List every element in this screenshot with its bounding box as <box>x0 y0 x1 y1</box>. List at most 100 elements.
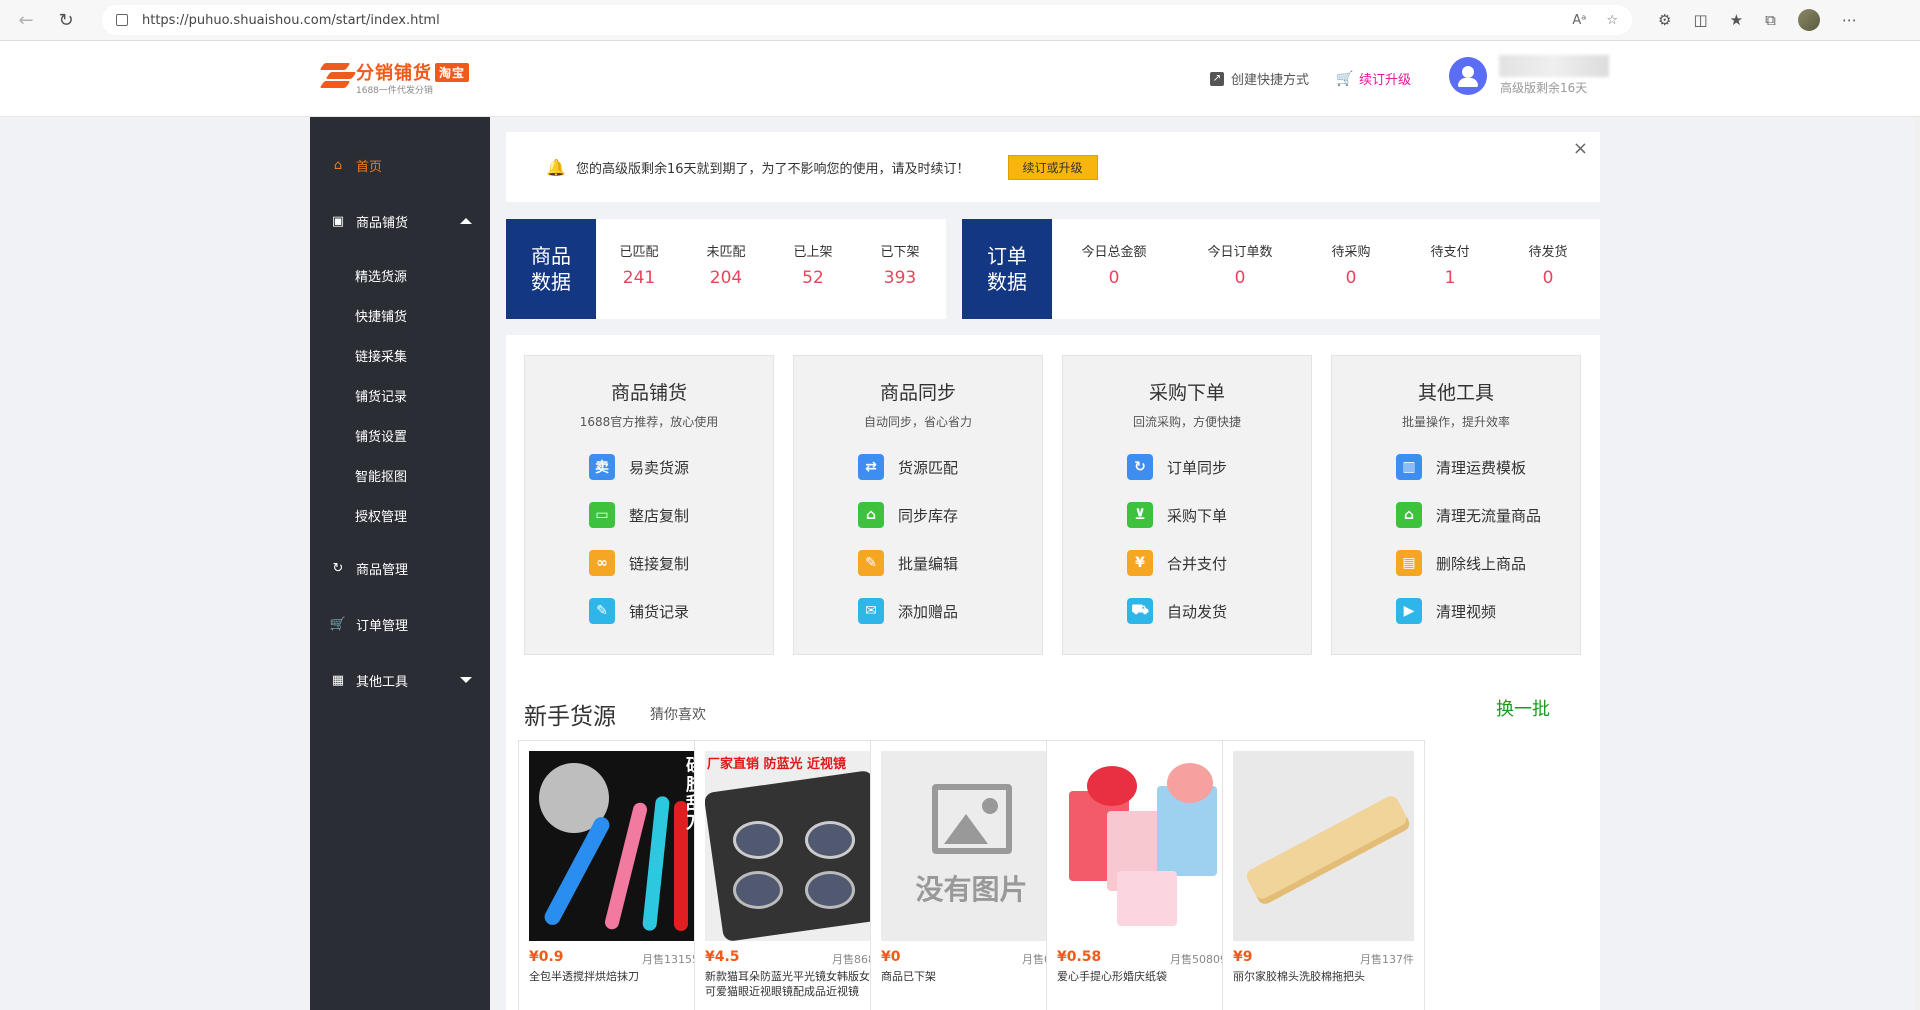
product-image-text: 没有图片 <box>915 873 1028 906</box>
product-image[interactable] <box>1233 751 1414 941</box>
tool-link[interactable]: ¥ 合并支付 <box>1127 550 1227 576</box>
sidebar-subitem-link-collect[interactable]: 链接采集 <box>355 346 407 365</box>
favorite-icon[interactable]: ☆ <box>1606 13 1618 28</box>
product-card[interactable]: ¥0.58 月售50809件 爱心手提心形婚庆纸袋 <box>1046 740 1249 1010</box>
refresh-batch-link[interactable]: 换一批 <box>1496 695 1550 721</box>
tool-link[interactable]: ✉ 添加赠品 <box>858 598 958 624</box>
lock-icon[interactable] <box>116 14 128 26</box>
read-aloud-icon[interactable]: Aᵃ <box>1572 13 1586 28</box>
page-header: 分销铺货 淘宝 1688一件代发分销 ↗ 创建快捷方式 🛒 续订升级 <box>0 41 1920 117</box>
cart-icon: ⊻ <box>1127 502 1153 528</box>
stat-listed[interactable]: 已上架 52 <box>768 241 858 288</box>
stat-value: 1 <box>1444 268 1456 288</box>
stat-value: 241 <box>622 268 656 288</box>
url-text: https://puhuo.shuaishou.com/start/index.… <box>142 12 440 28</box>
tool-link[interactable]: ▭ 整店复制 <box>589 502 689 528</box>
refresh-icon: ↻ <box>332 560 344 576</box>
sidebar-subitem-selected-sources[interactable]: 精选货源 <box>355 266 407 285</box>
tool-link[interactable]: 卖易卖货源 <box>589 454 689 480</box>
sidebar-subitem-distribute-settings[interactable]: 铺货设置 <box>355 426 407 445</box>
stat-matched[interactable]: 已匹配 241 <box>594 241 684 288</box>
extensions-icon[interactable]: ⚙ <box>1658 11 1671 29</box>
product-name: 商品已下架 <box>881 970 936 983</box>
tool-link[interactable]: ⌂ 清理无流量商品 <box>1396 502 1541 528</box>
stat-today-orders[interactable]: 今日订单数 0 <box>1195 241 1285 288</box>
product-card[interactable]: ¥9 月售137件 丽尔家胶棉头洗胶棉拖把头 <box>1222 740 1425 1010</box>
product-card[interactable]: 没有图片 ¥0 月售0件 商品已下架 <box>870 740 1073 1010</box>
stat-unmatched[interactable]: 未匹配 204 <box>681 241 771 288</box>
tool-link[interactable]: ⛟ 自动发货 <box>1127 598 1227 624</box>
renew-upgrade-link[interactable]: 🛒 续订升级 <box>1336 69 1412 89</box>
product-card[interactable]: 硅胶刮刀 ¥0.9月售13155件全包半透搅拌烘焙抹刀 <box>518 740 721 1010</box>
tool-link-label: 货源匹配 <box>898 458 959 477</box>
tool-link[interactable]: ▤ 删除线上商品 <box>1396 550 1526 576</box>
goods-stats-head-line1: 商品 <box>531 244 571 268</box>
stat-label: 今日总金额 <box>1081 245 1147 260</box>
sidebar-item-order-management[interactable]: 🛒 订单管理 <box>310 604 490 644</box>
tool-link[interactable]: ✎ 批量编辑 <box>858 550 958 576</box>
tool-link[interactable]: ↻ 订单同步 <box>1127 454 1227 480</box>
stat-to-purchase[interactable]: 待采购 0 <box>1306 241 1396 288</box>
sidebar-item-goods-management[interactable]: ↻ 商品管理 <box>310 548 490 588</box>
product-name: 爱心手提心形婚庆纸袋 <box>1057 970 1167 983</box>
collections-icon[interactable]: ⧉ <box>1765 11 1776 29</box>
sidebar-subitem-quick-distribute[interactable]: 快捷铺货 <box>355 306 407 325</box>
sidebar-item-other-tools[interactable]: ▦ 其他工具 <box>310 660 490 700</box>
tool-link-label: 清理无流量商品 <box>1436 506 1542 525</box>
stat-to-pay[interactable]: 待支付 1 <box>1405 241 1495 288</box>
sidebar-item-label: 首页 <box>356 159 383 175</box>
sidebar-subitem-authorization[interactable]: 授权管理 <box>355 506 407 525</box>
stat-to-ship[interactable]: 待发货 0 <box>1503 241 1593 288</box>
tool-link[interactable]: ⊻ 采购下单 <box>1127 502 1227 528</box>
create-shortcut-link[interactable]: ↗ 创建快捷方式 <box>1210 69 1309 88</box>
order-stats-head-line1: 订单 <box>987 244 1027 268</box>
tool-link[interactable]: ⌂ 同步库存 <box>858 502 958 528</box>
tool-link[interactable]: ▶ 清理视频 <box>1396 598 1496 624</box>
link-icon: ∞ <box>589 550 615 576</box>
favorites-icon[interactable]: ★ <box>1730 11 1743 29</box>
tool-link-label: 合并支付 <box>1167 554 1228 573</box>
renew-or-upgrade-button[interactable]: 续订或升级 <box>1007 154 1098 180</box>
create-shortcut-label: 创建快捷方式 <box>1231 73 1310 88</box>
product-image[interactable]: 厂家直销 防蓝光 近视镜 <box>705 751 886 941</box>
product-monthly-sales: 月售137件 <box>1360 953 1414 966</box>
stat-value: 393 <box>883 268 917 288</box>
page-scrollbar[interactable] <box>1914 117 1920 1010</box>
sidebar-subitem-distribute-records[interactable]: 铺货记录 <box>355 386 407 405</box>
user-avatar[interactable] <box>1449 57 1487 95</box>
edit-icon: ✎ <box>858 550 884 576</box>
product-image[interactable]: 没有图片 <box>881 751 1062 941</box>
tool-link[interactable]: ✎ 铺货记录 <box>589 598 689 624</box>
product-card[interactable]: 厂家直销 防蓝光 近视镜 ¥4.5 月售868件 新款猫耳朵防蓝光平光镜女韩版女生可… <box>694 740 897 1010</box>
stat-label: 已下架 <box>880 245 920 260</box>
pay-icon: ¥ <box>1127 550 1153 576</box>
stat-today-amount[interactable]: 今日总金额 0 <box>1069 241 1159 288</box>
reload-icon[interactable]: ↻ <box>50 4 82 36</box>
stat-label: 待发货 <box>1528 245 1568 260</box>
logo[interactable]: 分销铺货 淘宝 1688一件代发分销 <box>319 59 470 96</box>
tool-link[interactable]: ∞ 链接复制 <box>589 550 689 576</box>
cart-icon: 🛒 <box>1336 70 1354 87</box>
tool-link[interactable]: ⇄ 货源匹配 <box>858 454 958 480</box>
sidebar-item-home[interactable]: ⌂ 首页 <box>310 145 490 185</box>
product-image[interactable]: 硅胶刮刀 <box>529 751 710 941</box>
close-icon[interactable]: × <box>1573 138 1588 159</box>
sidebar-subitem-smart-cutout[interactable]: 智能抠图 <box>355 466 407 485</box>
tool-link-label: 自动发货 <box>1167 602 1228 621</box>
profile-avatar[interactable] <box>1797 9 1820 31</box>
stat-delisted[interactable]: 已下架 393 <box>855 241 945 288</box>
back-icon[interactable]: ← <box>10 4 42 36</box>
tool-link-label: 铺货记录 <box>629 602 690 621</box>
stat-label: 待采购 <box>1331 245 1371 260</box>
tool-card: 采购下单 回流采购，方便快捷 ↻ 订单同步 ⊻ 采购下单 ¥ 合并支付 ⛟ 自动发货 <box>1062 355 1312 655</box>
more-icon[interactable]: ⋯ <box>1842 11 1857 29</box>
tools-panel: 商品铺货 1688官方推荐，放心使用卖易卖货源 ▭ 整店复制 ∞ 链接复制 ✎ 铺货记录 商品同… <box>506 335 1600 1010</box>
sidebar-item-goods-distribution[interactable]: ▣ 商品铺货 <box>310 201 490 241</box>
sync-icon: ↻ <box>1127 454 1153 480</box>
split-screen-icon[interactable]: ◫ <box>1693 11 1707 29</box>
renew-upgrade-label: 续订升级 <box>1359 73 1412 88</box>
product-image[interactable] <box>1057 751 1238 941</box>
address-bar[interactable]: https://puhuo.shuaishou.com/start/index.… <box>102 5 1632 35</box>
tool-card: 商品同步 自动同步，省心省力 ⇄ 货源匹配 ⌂ 同步库存 ✎ 批量编辑 ✉ 添加赠品 <box>793 355 1043 655</box>
tool-link[interactable]: ▥ 清理运费模板 <box>1396 454 1526 480</box>
